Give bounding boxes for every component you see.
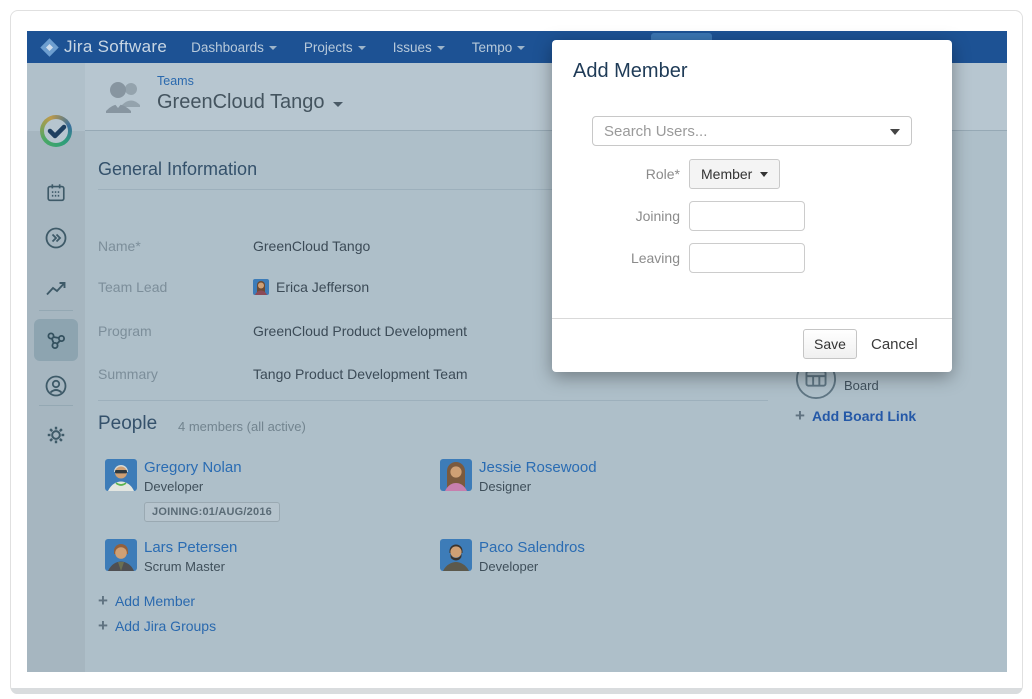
window-bottom-edge [11,688,1022,694]
page-title: GreenCloud Tango [157,91,325,114]
role-form-row: Role* Member [552,159,952,189]
chevron-down-icon [760,172,768,177]
page: Jira Software Dashboards Projects Issues… [0,0,1032,699]
member-card-gregory: Gregory Nolan Developer JOINING:01/AUG/2… [105,459,440,525]
save-button[interactable]: Save [803,329,857,359]
nav-item-label: Projects [304,40,353,55]
avatar [105,539,137,571]
leaving-form-row: Leaving [552,243,952,273]
member-role: Designer [479,479,597,494]
modal-title: Add Member [573,60,688,83]
member-info: Jessie Rosewood Designer [479,459,597,525]
add-board-link[interactable]: + Add Board Link [795,408,916,424]
avatar [105,459,137,491]
section-divider [98,400,768,401]
add-member-link[interactable]: + Add Member [98,593,195,609]
nav-item-label: Issues [393,40,432,55]
nav-menu: Dashboards Projects Issues Tempo [191,40,525,55]
nav-item-label: Dashboards [191,40,264,55]
modal-footer: Save Cancel [552,318,952,372]
chevron-down-icon [517,46,525,50]
joining-badge: JOINING:01/AUG/2016 [144,502,280,522]
chevron-down-icon [437,46,445,50]
member-info: Gregory Nolan Developer JOINING:01/AUG/2… [144,459,280,525]
leaving-date-input[interactable] [689,243,805,273]
field-label: Name* [98,238,141,254]
field-value: GreenCloud Tango [253,238,370,254]
combobox-caret-icon[interactable] [890,129,900,135]
jira-logo[interactable]: Jira Software [43,37,167,57]
chevron-down-icon [333,102,343,107]
team-title-dropdown[interactable]: GreenCloud Tango [157,91,343,114]
left-sidebar [27,63,85,672]
cancel-button[interactable]: Cancel [871,336,918,353]
nav-item-issues[interactable]: Issues [393,40,445,55]
people-heading: People [98,413,157,435]
sidebar-divider [39,310,73,311]
chevron-down-icon [358,46,366,50]
member-card-jessie: Jessie Rosewood Designer [440,459,785,525]
nav-item-projects[interactable]: Projects [304,40,366,55]
role-selected-value: Member [701,166,752,182]
calendar-icon[interactable] [27,181,85,205]
nav-item-dashboards[interactable]: Dashboards [191,40,277,55]
chevron-down-icon [269,46,277,50]
search-users-combobox[interactable] [592,116,912,146]
add-board-link-label: Add Board Link [812,408,916,424]
nav-item-tempo[interactable]: Tempo [472,40,526,55]
field-value: GreenCloud Product Development [253,323,467,339]
joining-form-row: Joining [552,201,952,231]
teams-share-icon[interactable] [27,328,85,352]
member-role: Developer [479,559,585,574]
nav-item-label: Tempo [472,40,513,55]
tempo-logo-icon[interactable] [40,115,72,147]
joining-label: Joining [552,208,680,224]
field-value: Tango Product Development Team [253,366,468,382]
add-jira-groups-link[interactable]: + Add Jira Groups [98,618,216,634]
member-name-link[interactable]: Lars Petersen [144,539,237,557]
double-chevron-icon[interactable] [27,226,85,250]
add-member-label: Add Member [115,593,195,609]
plus-icon: + [98,594,108,608]
settings-gear-icon[interactable] [27,423,85,447]
brand-name: Jira Software [64,37,167,57]
member-info: Paco Salendros Developer [479,539,585,605]
field-label: Summary [98,366,158,382]
member-role: Developer [144,479,280,494]
add-member-modal: Add Member Role* Member Joining Leaving … [552,40,952,372]
chart-trend-icon[interactable] [27,276,85,300]
field-value: Erica Jefferson [253,279,369,295]
avatar [440,539,472,571]
member-role: Scrum Master [144,559,237,574]
plus-icon: + [795,409,805,423]
field-label: Team Lead [98,279,167,295]
joining-date-input[interactable] [689,201,805,231]
role-dropdown-button[interactable]: Member [689,159,780,189]
plus-icon: + [98,619,108,633]
board-label: Board [844,378,879,400]
breadcrumb-teams-link[interactable]: Teams [157,74,194,88]
member-card-paco: Paco Salendros Developer [440,539,785,605]
member-name-link[interactable]: Gregory Nolan [144,459,280,477]
add-jira-groups-label: Add Jira Groups [115,618,216,634]
jira-diamond-icon [40,38,58,56]
leaving-label: Leaving [552,250,680,266]
sidebar-divider [39,405,73,406]
member-name-link[interactable]: Jessie Rosewood [479,459,597,477]
avatar [440,459,472,491]
member-name-link[interactable]: Paco Salendros [479,539,585,557]
user-circle-icon[interactable] [27,374,85,398]
search-users-input[interactable] [594,118,890,144]
team-lead-name[interactable]: Erica Jefferson [276,279,369,295]
field-label: Program [98,323,152,339]
role-label: Role* [552,166,680,182]
people-count: 4 members (all active) [178,419,306,434]
teams-group-icon [104,81,146,115]
team-lead-avatar [253,279,269,295]
members-grid: Gregory Nolan Developer JOINING:01/AUG/2… [105,459,785,605]
